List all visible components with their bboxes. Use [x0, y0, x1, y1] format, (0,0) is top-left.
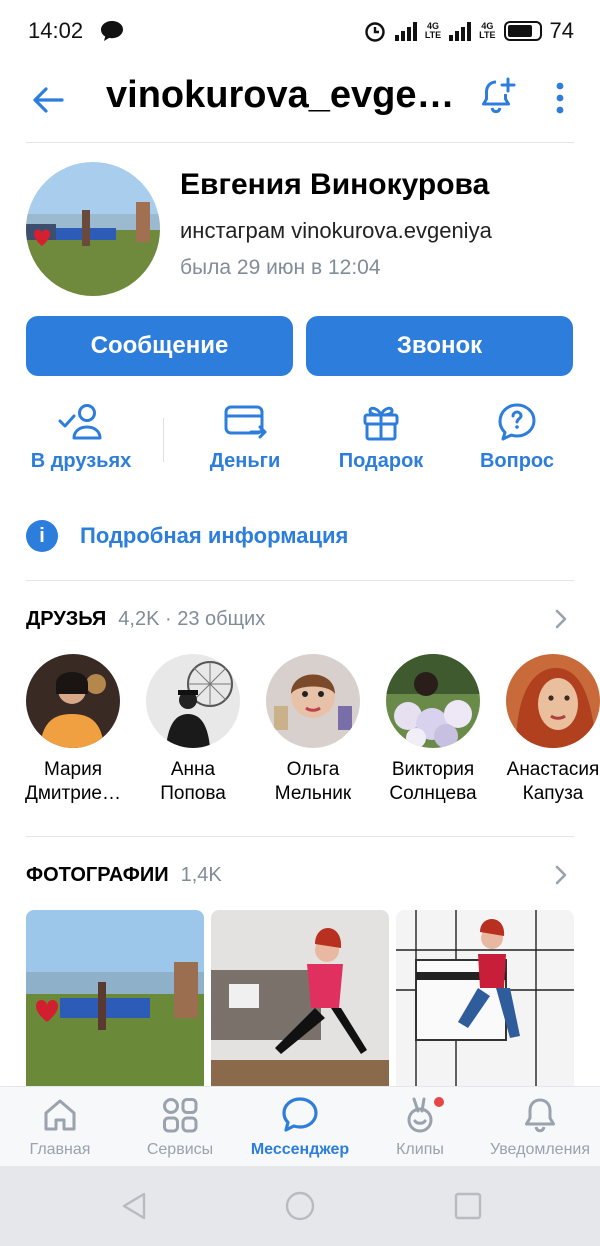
- action-friends[interactable]: В друзьях: [6, 398, 156, 473]
- action-gift-label: Подарок: [338, 450, 424, 472]
- page-title: vinokurova_evgeniya: [106, 74, 468, 116]
- photo-item[interactable]: [396, 910, 574, 1086]
- friend-avatar: [506, 654, 600, 748]
- friend-first-name: Анастасия: [506, 759, 600, 780]
- battery-level: 74: [549, 18, 574, 43]
- photo-item[interactable]: [26, 910, 204, 1086]
- friend-avatar: [386, 654, 480, 748]
- friends-list: Мария Дмитрие… Анна Попова Ольга Мельник…: [0, 654, 600, 814]
- tab-clips[interactable]: Клипы: [360, 1095, 480, 1159]
- friend-item[interactable]: Мария Дмитрие…: [13, 654, 133, 806]
- tab-services-label: Сервисы: [146, 1141, 214, 1158]
- home-icon: [44, 1099, 76, 1131]
- profile-status: инстаграм vinokurova.evgeniya: [180, 218, 492, 243]
- action-question[interactable]: Вопрос: [442, 398, 592, 473]
- nav-back-icon[interactable]: [118, 1190, 150, 1222]
- chevron-right-icon[interactable]: [554, 864, 568, 886]
- info-divider: [26, 580, 574, 581]
- friend-item[interactable]: Анастасия Капуза: [493, 654, 600, 806]
- action-question-label: Вопрос: [479, 450, 555, 472]
- friend-last-name: Мельник: [274, 783, 352, 804]
- bell-icon: [525, 1098, 555, 1133]
- photo-item[interactable]: [211, 910, 389, 1086]
- status-time: 14:02: [28, 18, 84, 43]
- bottom-tab-bar: Главная Сервисы Мессенджер Клипы Уведомл…: [0, 1086, 600, 1166]
- top-app-bar: vinokurova_evgeniya: [0, 64, 600, 142]
- last-seen: была 29 июн в 12:04: [180, 256, 381, 279]
- nav-recents-icon[interactable]: [452, 1190, 484, 1222]
- friend-item[interactable]: Виктория Солнцева: [373, 654, 493, 806]
- friend-first-name: Анна: [170, 759, 216, 780]
- friend-avatar: [146, 654, 240, 748]
- tab-clips-label: Клипы: [396, 1141, 444, 1158]
- action-money[interactable]: Деньги: [170, 398, 320, 473]
- action-gift[interactable]: Подарок: [306, 398, 456, 473]
- tab-messenger[interactable]: Мессенджер: [240, 1095, 360, 1159]
- tab-notifications-label: Уведомления: [489, 1141, 591, 1158]
- friend-avatar: [266, 654, 360, 748]
- network-type-2: 4G LTE: [479, 21, 496, 40]
- nav-home-icon[interactable]: [284, 1190, 316, 1222]
- profile-actions: В друзьях Деньги Подарок Вопрос: [0, 398, 600, 488]
- photos-title: ФОТОГРАФИИ: [26, 864, 169, 886]
- detailed-info-link[interactable]: i Подробная информация: [26, 520, 348, 552]
- header-divider: [26, 142, 574, 143]
- back-arrow-icon[interactable]: [28, 80, 68, 120]
- friend-last-name: Дмитрие…: [25, 783, 121, 804]
- profile-avatar[interactable]: [26, 162, 160, 296]
- friend-first-name: Мария: [43, 759, 103, 780]
- friend-last-name: Капуза: [522, 783, 584, 804]
- chevron-right-icon[interactable]: [554, 608, 568, 630]
- friends-title: ДРУЗЬЯ: [26, 608, 107, 630]
- tab-home[interactable]: Главная: [0, 1095, 120, 1159]
- friend-first-name: Ольга: [286, 759, 340, 780]
- chat-notification-icon: [101, 21, 123, 41]
- action-money-label: Деньги: [209, 450, 281, 472]
- friend-last-name: Попова: [160, 783, 226, 804]
- photos-grid: [26, 910, 574, 1086]
- tab-messenger-label: Мессенджер: [250, 1141, 350, 1158]
- network-type-1: 4G LTE: [424, 21, 442, 40]
- notification-dot: [434, 1097, 444, 1107]
- user-check-icon: [58, 404, 102, 440]
- status-bar: 14:02 4G LTE 4G LTE 74: [0, 0, 600, 64]
- detailed-info-label: Подробная информация: [80, 523, 349, 548]
- signal-icon-2: [449, 21, 472, 41]
- friends-divider: [26, 836, 574, 837]
- money-transfer-icon: [224, 405, 267, 439]
- question-icon: [498, 403, 536, 441]
- battery-icon: [503, 21, 542, 41]
- message-button[interactable]: Сообщение: [26, 316, 293, 376]
- subscribe-bell-icon[interactable]: [476, 76, 518, 118]
- photos-count: 1,4K: [180, 864, 222, 886]
- friend-last-name: Солнцева: [389, 783, 477, 804]
- tab-services[interactable]: Сервисы: [120, 1095, 240, 1159]
- signal-icon: [394, 21, 417, 41]
- info-icon: i: [26, 520, 58, 552]
- gift-icon: [363, 406, 399, 441]
- friend-item[interactable]: Ольга Мельник: [253, 654, 373, 806]
- friend-first-name: Виктория: [391, 759, 475, 780]
- status-right: 4G LTE 4G LTE 74: [363, 18, 574, 44]
- profile-name: Евгения Винокурова: [180, 168, 490, 201]
- friend-avatar: [26, 654, 120, 748]
- grid-icon: [163, 1098, 198, 1133]
- tab-notifications[interactable]: Уведомления: [480, 1095, 600, 1159]
- friend-item[interactable]: Анна Попова: [133, 654, 253, 806]
- action-separator: [163, 418, 164, 462]
- chat-icon: [282, 1097, 318, 1132]
- friends-count: 4,2K · 23 общих: [118, 608, 266, 630]
- more-vertical-icon[interactable]: [548, 78, 572, 118]
- call-button[interactable]: Звонок: [306, 316, 573, 376]
- system-nav-bar: [0, 1166, 600, 1246]
- photos-header[interactable]: ФОТОГРАФИИ 1,4K: [26, 864, 222, 887]
- friends-header[interactable]: ДРУЗЬЯ 4,2K · 23 общих: [26, 608, 265, 631]
- alarm-icon: [365, 22, 385, 42]
- tab-home-label: Главная: [29, 1141, 91, 1158]
- action-friends-label: В друзьях: [30, 450, 132, 472]
